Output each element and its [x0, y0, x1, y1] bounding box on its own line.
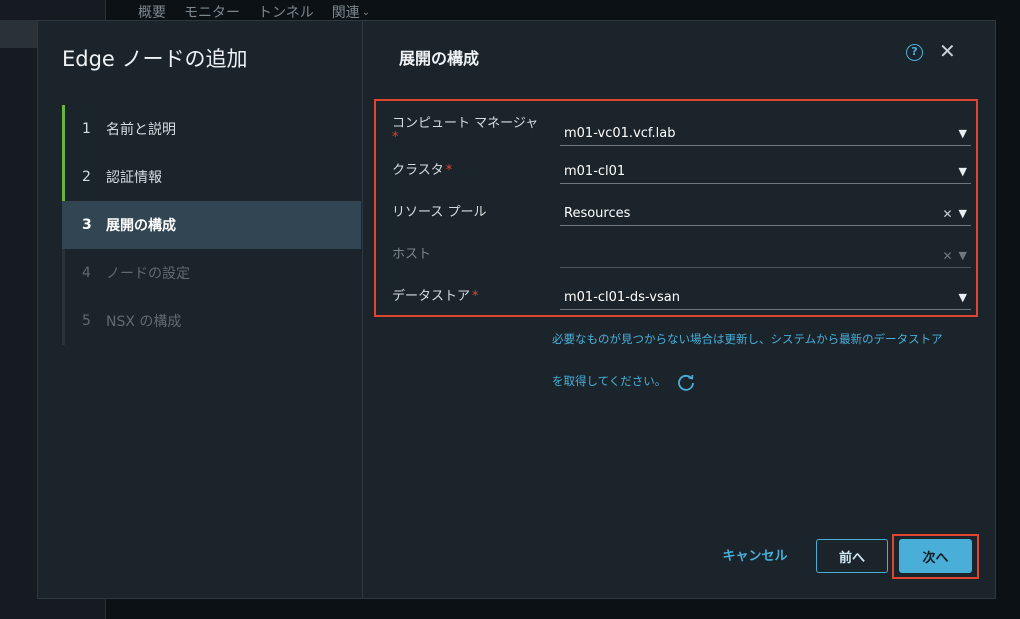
chevron-down-icon[interactable]: ▼ — [959, 207, 967, 220]
step-number: 5 — [82, 313, 91, 329]
compute-manager-label: コンピュート マネージャ — [392, 117, 538, 131]
cluster-row: クラスタ * m01-cl01 ▼ — [376, 158, 976, 198]
help-icon[interactable]: ? — [906, 44, 923, 61]
wizard-step-5: 5 NSX の構成 — [62, 297, 361, 345]
bg-tab-label: 関連 — [331, 5, 360, 21]
datastore-row: データストア * m01-cl01-ds-vsan ▼ — [376, 284, 976, 324]
hint-line-2: を取得してください。 — [552, 374, 667, 388]
resource-pool-row: リソース プール Resources ✕ ▼ — [376, 200, 976, 240]
wizard-steps: 1 名前と説明 2 認証情報 3 展開の構成 4 ノードの設定 5 NSX の構… — [62, 105, 361, 345]
bg-tab-monitor[interactable]: モニター — [184, 2, 240, 22]
add-edge-node-modal: Edge ノードの追加 1 名前と説明 2 認証情報 3 展開の構成 4 ノード… — [37, 20, 996, 599]
step-label: ノードの設定 — [106, 266, 190, 282]
host-row: ホスト ✕ ▼ — [376, 242, 976, 282]
refresh-icon[interactable] — [676, 372, 696, 392]
wizard-title: Edge ノードの追加 — [62, 47, 248, 71]
wizard-content: 展開の構成 ? ✕ コンピュート マネージャ * m01-vc01.vcf.la… — [363, 21, 995, 598]
host-select[interactable]: ✕ ▼ — [560, 244, 971, 268]
cluster-label: クラスタ * — [392, 164, 452, 178]
bg-tab-label: 概要 — [138, 5, 166, 21]
required-marker: * — [445, 163, 453, 178]
wizard-step-3[interactable]: 3 展開の構成 — [62, 201, 361, 249]
host-label: ホスト — [392, 247, 432, 262]
required-marker: * — [392, 130, 399, 145]
select-value: Resources — [564, 206, 631, 221]
back-button[interactable]: 前へ — [816, 539, 888, 573]
wizard-step-4: 4 ノードの設定 — [62, 249, 361, 297]
chevron-down-icon[interactable]: ▼ — [959, 165, 967, 178]
step-number: 2 — [82, 169, 91, 185]
label-text: データストア — [392, 289, 471, 304]
resource-pool-label: リソース プール — [392, 205, 487, 220]
cancel-button[interactable]: キャンセル — [715, 537, 795, 571]
clear-icon[interactable]: ✕ — [942, 249, 952, 263]
chevron-down-icon[interactable]: ▼ — [959, 127, 967, 140]
clear-icon[interactable]: ✕ — [942, 207, 952, 221]
compute-manager-row: コンピュート マネージャ * m01-vc01.vcf.lab ▼ — [376, 113, 976, 153]
bg-tab-related[interactable]: 関連 ⌄ — [332, 2, 370, 22]
background-tabs: 概要 モニター トンネル 関連 ⌄ — [138, 2, 370, 22]
select-value: m01-cl01-ds-vsan — [564, 290, 680, 305]
label-text: コンピュート マネージャ — [392, 116, 539, 131]
datastore-label: データストア * — [392, 290, 479, 304]
close-icon[interactable]: ✕ — [939, 39, 956, 63]
hint-line-2-wrap: を取得してください。 — [552, 371, 972, 392]
deployment-config-form: コンピュート マネージャ * m01-vc01.vcf.lab ▼ クラスタ * … — [374, 99, 978, 317]
chevron-down-icon[interactable]: ▼ — [959, 249, 967, 262]
page-title: 展開の構成 — [399, 49, 480, 68]
step-number: 3 — [82, 217, 92, 233]
step-number: 1 — [82, 121, 91, 137]
compute-manager-select[interactable]: m01-vc01.vcf.lab ▼ — [560, 122, 971, 146]
step-label: NSX の構成 — [106, 314, 182, 330]
refresh-hint: 必要なものが見つからない場合は更新し、システムから最新のデータストア を取得して… — [552, 329, 972, 392]
select-value: m01-vc01.vcf.lab — [564, 126, 676, 141]
resource-pool-select[interactable]: Resources ✕ ▼ — [560, 202, 971, 226]
hint-line-1: 必要なものが見つからない場合は更新し、システムから最新のデータストア — [552, 332, 943, 346]
bg-tab-overview[interactable]: 概要 — [138, 2, 166, 22]
datastore-select[interactable]: m01-cl01-ds-vsan ▼ — [560, 286, 971, 310]
select-value: m01-cl01 — [564, 164, 626, 179]
required-marker: * — [472, 289, 479, 304]
wizard-step-2[interactable]: 2 認証情報 — [62, 153, 361, 201]
step-label: 名前と説明 — [106, 122, 176, 138]
wizard-step-1[interactable]: 1 名前と説明 — [62, 105, 361, 153]
step-label: 展開の構成 — [106, 218, 176, 234]
bg-tab-label: トンネル — [258, 5, 314, 21]
background-strip — [0, 20, 40, 48]
bg-tab-tunnel[interactable]: トンネル — [258, 2, 314, 22]
wizard-sidebar: Edge ノードの追加 1 名前と説明 2 認証情報 3 展開の構成 4 ノード… — [38, 21, 363, 598]
bg-tab-label: モニター — [184, 5, 240, 21]
label-text: クラスタ — [392, 163, 444, 178]
step-number: 4 — [82, 265, 91, 281]
cluster-select[interactable]: m01-cl01 ▼ — [560, 160, 971, 184]
chevron-down-icon[interactable]: ▼ — [959, 291, 967, 304]
step-label: 認証情報 — [106, 170, 162, 186]
next-button[interactable]: 次へ — [899, 539, 972, 573]
chevron-down-icon: ⌄ — [361, 6, 371, 18]
